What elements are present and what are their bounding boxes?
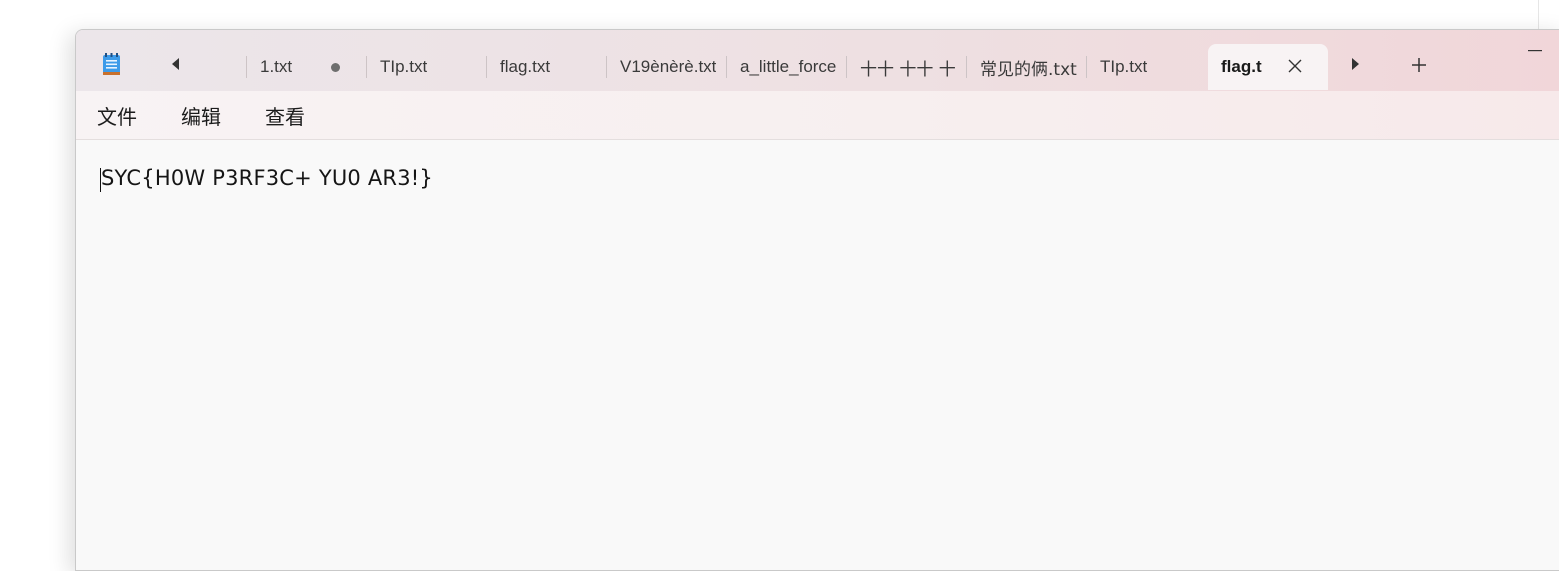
- tab-separator: [1086, 56, 1087, 78]
- tab-label: a_little_force: [740, 57, 837, 76]
- tab-a-little-force[interactable]: a_little_force: [740, 44, 840, 90]
- new-tab-button[interactable]: [1406, 54, 1432, 80]
- tab-separator: [486, 56, 487, 78]
- chevron-left-icon: [170, 57, 182, 76]
- menu-file[interactable]: 文件: [97, 101, 137, 130]
- tab-1-txt[interactable]: 1.txt: [260, 44, 370, 90]
- tab-label: V19ènèrè.txt: [620, 57, 717, 76]
- title-bar: 1.txt TIp.txt flag.txt V19ènèrè.txt a_li…: [76, 30, 1559, 91]
- tab-label: 十十 十十 十: [860, 59, 956, 80]
- plus-icon: [1411, 57, 1427, 78]
- tab-tip-txt[interactable]: TIp.txt: [380, 44, 485, 90]
- menu-view[interactable]: 查看: [265, 101, 305, 130]
- background-divider: [1538, 0, 1539, 29]
- notepad-window: 1.txt TIp.txt flag.txt V19ènèrè.txt a_li…: [75, 29, 1559, 571]
- chevron-right-icon: [1349, 57, 1361, 76]
- minimize-icon: [1528, 39, 1542, 57]
- editor-text: SYC{H0W P3RF3C+ YU0 AR3!}: [101, 166, 433, 190]
- tab-scroll-left-button[interactable]: [161, 54, 191, 78]
- notepad-icon: [102, 52, 121, 76]
- tab-label: 1.txt: [260, 57, 293, 76]
- tab-cross-symbols[interactable]: 十十 十十 十: [860, 44, 964, 90]
- tab-separator: [606, 56, 607, 78]
- tab-separator: [366, 56, 367, 78]
- tab-label: flag.t: [1221, 57, 1262, 76]
- unsaved-dot-icon: [331, 63, 340, 72]
- close-icon[interactable]: [1285, 56, 1305, 76]
- tab-separator: [966, 56, 967, 78]
- tab-flag-txt[interactable]: flag.txt: [500, 44, 605, 90]
- tab-label: flag.txt: [500, 57, 551, 76]
- minimize-button[interactable]: [1524, 38, 1546, 58]
- tab-common-two-txt[interactable]: 常见的俩.txt: [980, 44, 1086, 90]
- menu-edit[interactable]: 编辑: [181, 101, 221, 130]
- tab-vigenere-txt[interactable]: V19ènèrè.txt: [620, 44, 725, 90]
- tab-label: 常见的俩.txt: [980, 59, 1077, 80]
- tab-separator: [246, 56, 247, 78]
- tab-label: TIp.txt: [380, 57, 428, 76]
- tab-separator: [846, 56, 847, 78]
- tab-tip-txt-2[interactable]: TIp.txt: [1100, 44, 1205, 90]
- tab-separator: [726, 56, 727, 78]
- text-editor[interactable]: SYC{H0W P3RF3C+ YU0 AR3!}: [76, 140, 1559, 570]
- tab-scroll-right-button[interactable]: [1340, 54, 1370, 78]
- menu-bar: 文件 编辑 查看: [76, 91, 1559, 140]
- tab-label: TIp.txt: [1100, 57, 1148, 76]
- tab-flag-active[interactable]: flag.t: [1208, 44, 1328, 90]
